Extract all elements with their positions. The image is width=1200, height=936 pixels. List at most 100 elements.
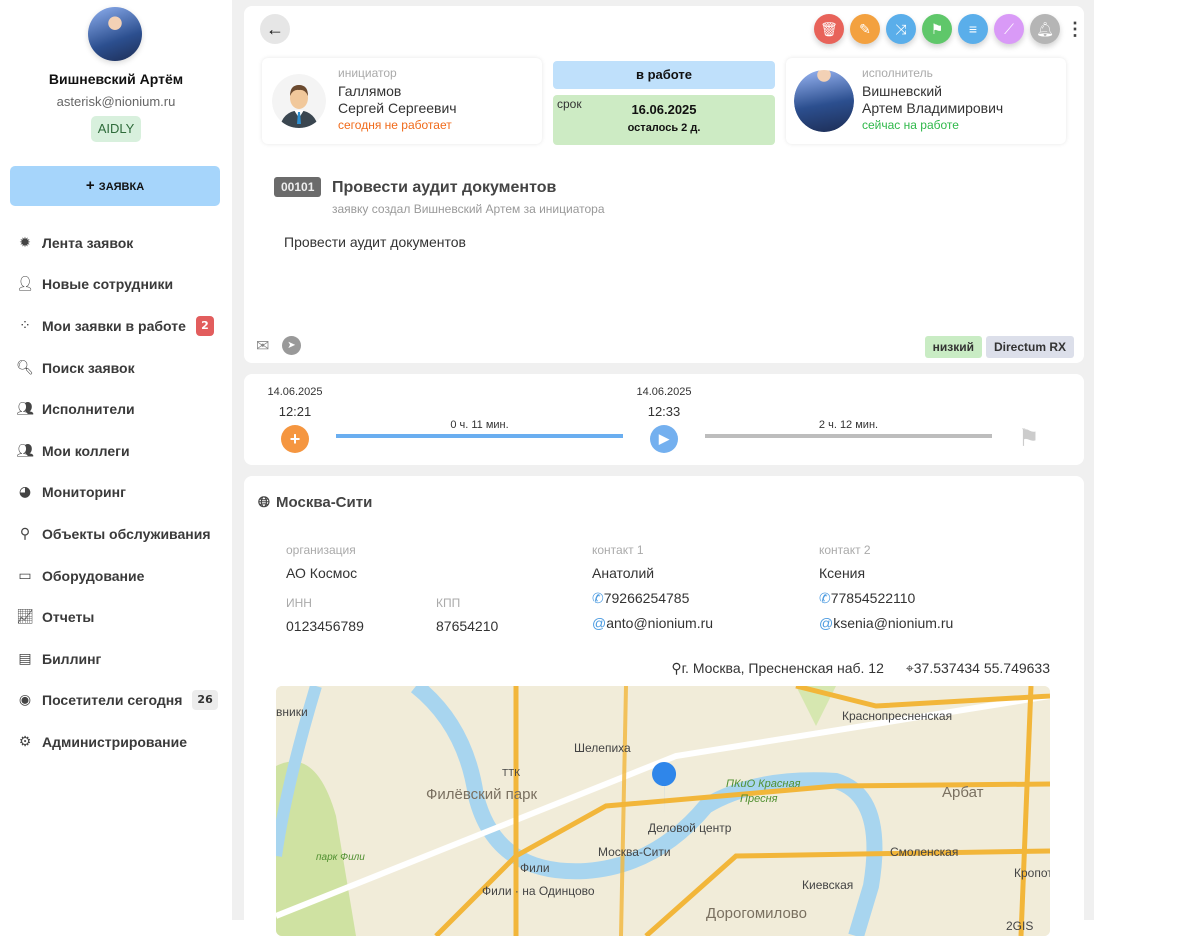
initiator-card[interactable]: инициатор Галлямов Сергей Сергеевич сего… (262, 58, 542, 144)
more-menu-icon[interactable]: ⋮ (1066, 14, 1084, 44)
map-label: Смоленская (890, 845, 958, 859)
cog-icon: ⚙ (18, 733, 32, 750)
executor-role: исполнитель (862, 66, 933, 80)
sidebar-nav: ✹ Лента заявок 👤︎ Новые сотрудники ⁘ Мои заяв… (0, 222, 232, 763)
count-badge: 26 (192, 690, 218, 711)
delete-button[interactable]: 🗑︎ (814, 14, 844, 44)
sidebar-item[interactable]: ⁘ Мои заявки в работе 2 (0, 305, 232, 347)
sidebar-item-label: Администрирование (42, 733, 187, 750)
executor-card[interactable]: исполнитель Вишневский Артем Владимирови… (786, 58, 1066, 144)
colleagues-icon: 👥︎ (16, 442, 34, 459)
executor-status: сейчас на работе (862, 118, 959, 132)
line-chart-icon: 📈︎ (16, 609, 34, 626)
sidebar-item-label: Биллинг (42, 650, 102, 667)
kpp-label: КПП (436, 596, 461, 610)
org-tag[interactable]: AIDLY (91, 116, 141, 142)
contact1-label: контакт 1 (592, 543, 644, 557)
phone-icon: ✆ (592, 590, 604, 606)
location-card: 🌐︎ Москва-Сити организация АО Космос ИНН … (244, 476, 1084, 936)
map-marker-icon: ⚲ (19, 525, 31, 542)
sidebar-item[interactable]: ▤ Биллинг (0, 638, 232, 680)
envelope-icon[interactable]: ✉ (256, 336, 269, 356)
duration-2: 2 ч. 12 мин. (818, 419, 879, 431)
sidebar-item-label: Мои коллеги (42, 442, 130, 459)
user-name: Вишневский Артём (48, 71, 184, 87)
finish-button[interactable]: ⚑ (922, 14, 952, 44)
new-request-button[interactable]: + ЗАЯВКА (10, 166, 220, 206)
sidebar-item-label: Мои заявки в работе (42, 317, 186, 334)
globe-icon: 🌐︎ (258, 494, 271, 511)
laptop-icon: ▭ (18, 567, 32, 584)
request-number: 00101 (274, 177, 322, 197)
sidebar-item[interactable]: ▭ Оборудование (0, 555, 232, 597)
sidebar-item[interactable]: 👤︎ Новые сотрудники (0, 264, 232, 306)
receipt-icon: ▤ (18, 650, 32, 667)
initiator-role: инициатор (338, 66, 397, 80)
contact2-email[interactable]: @ksenia@nionium.ru (819, 615, 953, 631)
priority-tag: низкий (924, 336, 982, 358)
status-badge[interactable]: в работе (553, 61, 775, 89)
sidebar-item[interactable]: 🔍︎ Поиск заявок (0, 347, 232, 389)
pie-chart-icon: ◕ (18, 484, 32, 501)
sidebar-item-label: Посетители сегодня (42, 692, 183, 709)
map-label: Кропотки (1014, 866, 1050, 880)
contact1-name: Анатолий (592, 565, 655, 581)
users-icon: 👥︎ (16, 401, 34, 418)
started-date: 14.06.2025 (636, 386, 692, 398)
edit-button[interactable]: ✎ (850, 14, 880, 44)
sidebar: Вишневский Артём asterisk@nionium.ru AID… (0, 0, 232, 920)
telegram-icon[interactable]: ➤ (282, 336, 301, 355)
sidebar-item[interactable]: 👥︎ Исполнители (0, 388, 232, 430)
map-label: парк Фили (316, 852, 365, 863)
plus-icon: + (85, 177, 99, 194)
sidebar-item-label: Поиск заявок (42, 359, 135, 376)
user-avatar[interactable] (88, 7, 142, 61)
map-label: Деловой центр (648, 821, 732, 835)
reassign-button[interactable]: ⤨ (886, 14, 916, 44)
chart-icon: ⟋ (1004, 21, 1014, 37)
initiator-first-names: Сергей Сергеевич (338, 100, 457, 116)
map-label: Пресня (740, 793, 778, 805)
map[interactable]: Филёвский парк парк Фили Шелепиха Деловой ц… (276, 686, 1050, 936)
phone-icon: ✆ (819, 590, 831, 606)
request-created-by: заявку создал Вишневский Артем за инициа… (332, 202, 605, 216)
contact2-name: Ксения (819, 565, 866, 581)
notify-button[interactable]: 🔔︎ (1030, 14, 1060, 44)
duration-1: 0 ч. 11 мин. (450, 419, 509, 431)
executor-first-names: Артем Владимирович (862, 100, 1004, 116)
sidebar-item[interactable]: ⚲ Объекты обслуживания (0, 513, 232, 555)
list-button[interactable]: ≡ (958, 14, 988, 44)
pencil-icon: ✎ (859, 21, 871, 37)
contact1-email[interactable]: @anto@nionium.ru (592, 615, 713, 631)
sidebar-item[interactable]: 👥︎ Мои коллеги (0, 430, 232, 472)
back-button[interactable]: ← (260, 14, 290, 44)
map-marker-icon: ⚲ (671, 660, 682, 676)
kpp-value: 87654210 (436, 618, 499, 634)
sidebar-item[interactable]: ◕ Мониторинг (0, 472, 232, 514)
created-time: 12:21 (278, 404, 312, 419)
action-toolbar: 🗑︎ ✎ ⤨ ⚑ ≡ ⟋ 🔔︎ ⋮ (814, 14, 1084, 44)
sidebar-item-label: Объекты обслуживания (42, 525, 211, 542)
map-label: Шелепиха (574, 741, 631, 755)
feed-gear-icon: ✹ (19, 234, 31, 251)
map-label: 2GIS (1006, 919, 1033, 933)
search-icon: 🔍︎ (16, 359, 34, 376)
org-value: АО Космос (286, 565, 358, 581)
sidebar-item[interactable]: ✹ Лента заявок (0, 222, 232, 264)
count-badge: 2 (195, 315, 214, 336)
sidebar-item[interactable]: ◉ Посетители сегодня 26 (0, 680, 232, 722)
map-label: Арбат (942, 784, 984, 801)
trash-icon: 🗑︎ (820, 21, 838, 37)
timeline-card: 14.06.2025 12:21 + 0 ч. 11 мин. 14.06.20… (244, 374, 1084, 465)
initiator-avatar (272, 74, 326, 128)
sidebar-item[interactable]: ⚙ Администрирование (0, 721, 232, 763)
sidebar-item[interactable]: 📈︎ Отчеты (0, 596, 232, 638)
eye-icon: ◉ (18, 692, 32, 709)
request-title: Провести аудит документов (332, 179, 557, 196)
contact1-phone[interactable]: ✆79266254785 (592, 590, 689, 607)
request-description: Провести аудит документов (284, 234, 466, 250)
inn-label: ИНН (286, 596, 312, 610)
inn-value: 0123456789 (286, 618, 364, 634)
contact2-phone[interactable]: ✆77854522110 (819, 590, 915, 607)
stats-button[interactable]: ⟋ (994, 14, 1024, 44)
